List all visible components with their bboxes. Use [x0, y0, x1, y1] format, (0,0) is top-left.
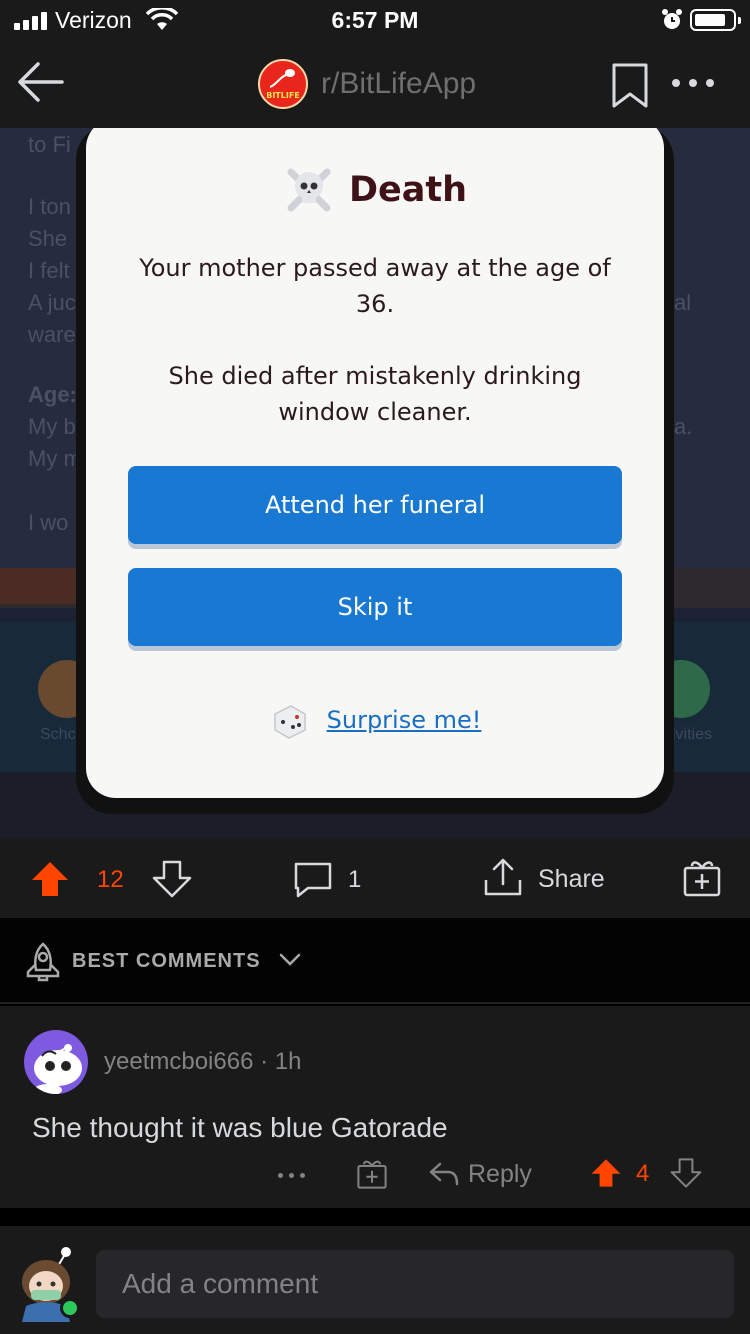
attend-funeral-button[interactable]: Attend her funeral	[128, 466, 622, 544]
alarm-icon	[662, 9, 682, 29]
surprise-me-link[interactable]: Surprise me!	[327, 706, 482, 734]
comment-downvote-icon[interactable]	[670, 1156, 702, 1190]
comment-body: She thought it was blue Gatorade	[32, 1112, 448, 1143]
back-arrow-icon[interactable]	[14, 56, 66, 108]
modal-title: Death	[348, 170, 468, 210]
reply-icon[interactable]	[428, 1160, 460, 1188]
background-text: I wo	[28, 510, 69, 535]
post-action-bar: 12 1 Share	[0, 838, 750, 918]
comment-more-icon[interactable]	[278, 1173, 305, 1178]
avatar[interactable]	[24, 1030, 88, 1094]
background-text: I felt	[28, 258, 70, 283]
comment-count: 1	[348, 866, 362, 893]
reply-button[interactable]: Reply	[468, 1160, 532, 1189]
comment-actions: Reply 4	[0, 1156, 750, 1196]
rocket-icon	[26, 942, 60, 982]
skip-button[interactable]: Skip it	[128, 568, 622, 646]
background-text: Age:	[28, 382, 77, 407]
award-gift-icon[interactable]	[682, 858, 722, 898]
comment-upvote-icon[interactable]	[590, 1156, 622, 1190]
comment: yeetmcboi666 · 1h She thought it was blu…	[0, 1006, 750, 1208]
more-options-icon[interactable]	[672, 79, 714, 87]
modal-message: Your mother passed away at the age of 36…	[139, 254, 611, 318]
share-button[interactable]: Share	[538, 865, 605, 894]
dice-icon	[273, 705, 306, 739]
background-text: al	[674, 290, 692, 315]
vote-count: 12	[97, 866, 124, 893]
background-label: lvities	[672, 726, 713, 743]
background-label: Schc	[40, 726, 76, 743]
chevron-down-icon	[279, 953, 301, 966]
downvote-icon[interactable]	[152, 860, 192, 898]
comment-award-icon[interactable]	[356, 1158, 388, 1190]
comment-input[interactable]	[96, 1250, 734, 1318]
comment-icon[interactable]	[292, 860, 334, 900]
background-bar-accent	[0, 568, 80, 604]
status-bar: Verizon 6:57 PM	[0, 0, 750, 40]
sort-label: BEST COMMENTS	[72, 950, 261, 972]
background-text: My b	[28, 414, 76, 439]
logo-text: BITLIFE	[266, 91, 300, 100]
modal-header: Death	[86, 164, 664, 216]
post-header: BITLIFE r/BitLifeApp	[0, 40, 750, 128]
background-text: a.	[674, 414, 693, 439]
upvote-icon[interactable]	[30, 860, 70, 898]
background-text: My m	[28, 446, 82, 471]
death-modal: Death Your mother passed away at the age…	[86, 128, 664, 798]
subreddit-name[interactable]: r/BitLifeApp	[321, 67, 476, 101]
bookmark-icon[interactable]	[610, 62, 650, 110]
share-icon[interactable]	[482, 856, 524, 900]
sperm-logo-icon	[269, 69, 295, 88]
surprise-row: Surprise me!	[86, 700, 664, 740]
background-text: I ton	[28, 194, 71, 219]
modal-detail: She died after mistakenly drinking windo…	[168, 362, 582, 426]
background-text: ware	[28, 322, 76, 347]
background-text: to Fi	[28, 132, 71, 157]
comment-author[interactable]: yeetmcboi666 · 1h	[104, 1048, 301, 1076]
skull-crossbones-icon	[287, 168, 331, 212]
clock: 6:57 PM	[331, 7, 419, 33]
online-status-dot	[60, 1298, 80, 1318]
snoo-avatar-icon	[34, 1044, 82, 1094]
background-text: A juc	[28, 290, 76, 315]
background-text: She	[28, 226, 68, 251]
comment-composer	[0, 1226, 750, 1334]
post-image[interactable]: to Fi I ton She I felt A juc ware Age: M…	[0, 128, 750, 838]
battery-icon	[690, 9, 741, 31]
comment-score: 4	[636, 1160, 650, 1187]
subreddit-logo[interactable]: BITLIFE	[258, 59, 308, 109]
comment-sort-bar[interactable]: BEST COMMENTS	[0, 918, 750, 1004]
